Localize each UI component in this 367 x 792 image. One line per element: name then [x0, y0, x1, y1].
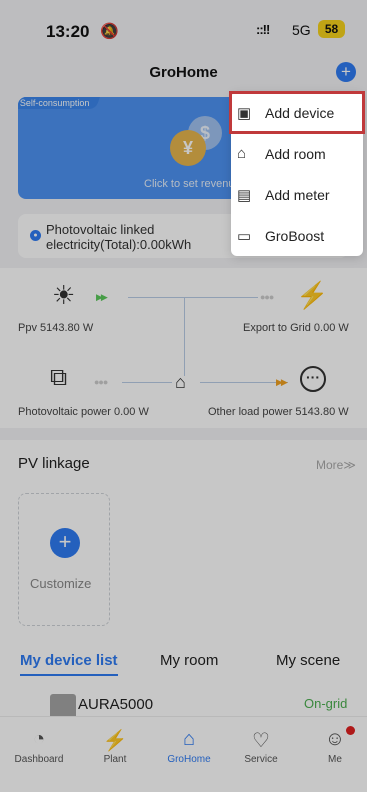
add-room-icon: ⌂: [237, 145, 247, 162]
menu-add-meter[interactable]: ▤ Add meter: [231, 175, 363, 216]
groboost-icon: ▭: [237, 228, 252, 245]
menu-add-room[interactable]: ⌂ Add room: [231, 134, 363, 175]
meter-icon: ▤: [237, 187, 252, 204]
add-device-highlight: [229, 91, 365, 134]
menu-groboost[interactable]: ▭ GroBoost: [231, 216, 363, 257]
